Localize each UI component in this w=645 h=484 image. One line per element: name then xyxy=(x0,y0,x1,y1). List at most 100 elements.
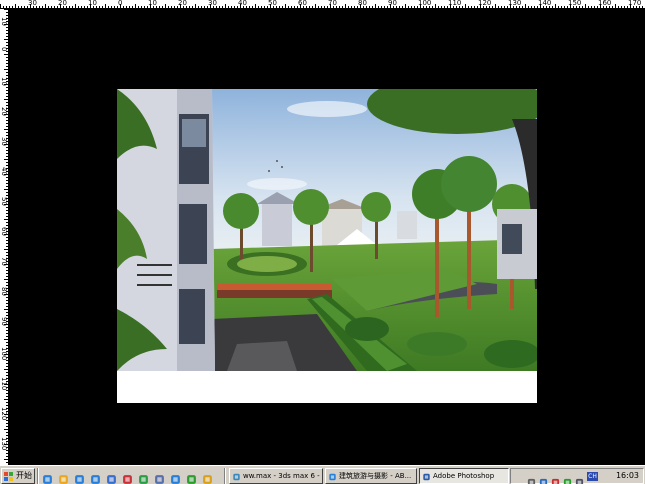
ie-icon[interactable] xyxy=(74,470,85,484)
ruler-tick xyxy=(174,6,175,8)
ruler-tick xyxy=(372,6,373,8)
ruler-tick xyxy=(6,453,8,454)
ruler-tick xyxy=(6,222,8,223)
ruler-label: 70 xyxy=(0,257,8,266)
ruler-tick xyxy=(381,6,382,8)
taskbar-button-label: ww.max - 3ds max 6 - ... xyxy=(243,472,323,480)
ruler-tick xyxy=(6,375,8,376)
ruler-tick xyxy=(6,297,8,298)
ruler-tick xyxy=(114,6,115,8)
ruler-tick xyxy=(378,6,379,8)
ruler-label: 20 xyxy=(178,0,187,7)
ruler-tick xyxy=(261,6,262,8)
ruler-tick xyxy=(6,105,8,106)
ruler-tick xyxy=(435,4,436,8)
ruler-tick xyxy=(405,4,406,8)
media-icon[interactable] xyxy=(138,470,149,484)
ruler-tick xyxy=(6,45,8,46)
ruler-tick xyxy=(6,6,7,8)
ruler-tick xyxy=(6,147,8,148)
ruler-tick xyxy=(552,6,553,8)
ruler-tick xyxy=(6,33,8,34)
ruler-tick xyxy=(369,6,370,8)
ruler-label: 30 xyxy=(28,0,37,7)
ruler-tick xyxy=(624,6,625,8)
ruler-tick xyxy=(84,6,85,8)
ruler-tick xyxy=(288,6,289,8)
image-document[interactable] xyxy=(117,89,537,403)
ruler-label: 60 xyxy=(0,227,8,236)
ruler-tick xyxy=(6,126,8,127)
ruler-tick xyxy=(6,462,8,463)
ruler-tick xyxy=(6,333,8,334)
outlook-icon[interactable] xyxy=(58,470,69,484)
ruler-tick xyxy=(6,186,8,187)
taskbar-button[interactable]: Adobe Photoshop xyxy=(419,468,509,484)
ruler-tick xyxy=(6,306,8,307)
ruler-tick xyxy=(6,396,8,397)
ruler-label: 120 xyxy=(0,407,8,421)
language-icon[interactable]: CH xyxy=(587,472,598,481)
network-icon[interactable] xyxy=(539,472,548,484)
ruler-tick xyxy=(6,90,8,91)
update-icon[interactable] xyxy=(563,472,572,484)
taskbar-button[interactable]: 建筑旅游与摄影 - AB... xyxy=(325,468,417,484)
ie-icon[interactable] xyxy=(42,470,53,484)
ruler-tick xyxy=(4,9,8,10)
ruler-tick xyxy=(279,6,280,8)
ruler-label: 0 xyxy=(0,47,8,52)
ruler-tick xyxy=(6,36,8,37)
ruler-label: 40 xyxy=(238,0,247,7)
ruler-tick xyxy=(462,6,463,8)
ie-icon[interactable] xyxy=(170,470,181,484)
ruler-tick xyxy=(42,6,43,8)
ruler-tick xyxy=(492,6,493,8)
ruler-tick xyxy=(3,6,4,8)
ruler-tick xyxy=(6,243,8,244)
app-icon[interactable] xyxy=(122,470,133,484)
ruler-tick xyxy=(6,330,8,331)
desktop-icon[interactable] xyxy=(106,470,117,484)
ruler-tick xyxy=(6,27,8,28)
ruler-tick xyxy=(6,153,8,154)
shield-icon[interactable] xyxy=(202,470,213,484)
vertical-ruler[interactable]: 10 0 10 20 30 40 50 60 70 80 90 100 110 120 130 xyxy=(0,9,9,465)
ruler-tick xyxy=(4,219,8,220)
horizontal-ruler[interactable]: 30 20 10 0 10 20 30 40 50 60 70 80 90 100 110 120 130 140… xyxy=(0,0,645,9)
volume-icon[interactable] xyxy=(527,472,536,484)
ruler-label: 90 xyxy=(388,0,397,7)
ruler-tick xyxy=(342,6,343,8)
ruler-tick xyxy=(612,6,613,8)
ruler-tick xyxy=(444,6,445,8)
ruler-tick xyxy=(4,459,8,460)
ruler-tick xyxy=(54,6,55,8)
ruler-tick xyxy=(324,6,325,8)
ruler-tick xyxy=(564,6,565,8)
ruler-tick xyxy=(6,135,8,136)
taskbar-button[interactable]: ww.max - 3ds max 6 - ... xyxy=(229,468,323,484)
ruler-label: 80 xyxy=(0,287,8,296)
ruler-tick xyxy=(6,285,8,286)
ruler-tick xyxy=(339,6,340,8)
up-arrow-icon[interactable] xyxy=(186,470,197,484)
ruler-tick xyxy=(21,6,22,8)
printer-icon[interactable] xyxy=(575,472,584,484)
ruler-tick xyxy=(615,4,616,8)
ruler-tick xyxy=(585,4,586,8)
ruler-tick xyxy=(309,6,310,8)
ruler-tick xyxy=(18,6,19,8)
ruler-tick xyxy=(165,4,166,8)
ie-icon[interactable] xyxy=(90,470,101,484)
ruler-tick xyxy=(438,6,439,8)
start-button[interactable]: 开始 xyxy=(1,468,35,484)
ruler-tick xyxy=(618,6,619,8)
ruler-tick xyxy=(39,6,40,8)
ruler-tick xyxy=(384,6,385,8)
ruler-label: 150 xyxy=(568,0,582,7)
clock[interactable]: 16:03 xyxy=(616,469,639,483)
ruler-tick xyxy=(6,303,8,304)
ruler-tick xyxy=(126,6,127,8)
security-icon[interactable] xyxy=(551,472,560,484)
ruler-tick xyxy=(6,300,8,301)
window-icon[interactable] xyxy=(154,470,165,484)
